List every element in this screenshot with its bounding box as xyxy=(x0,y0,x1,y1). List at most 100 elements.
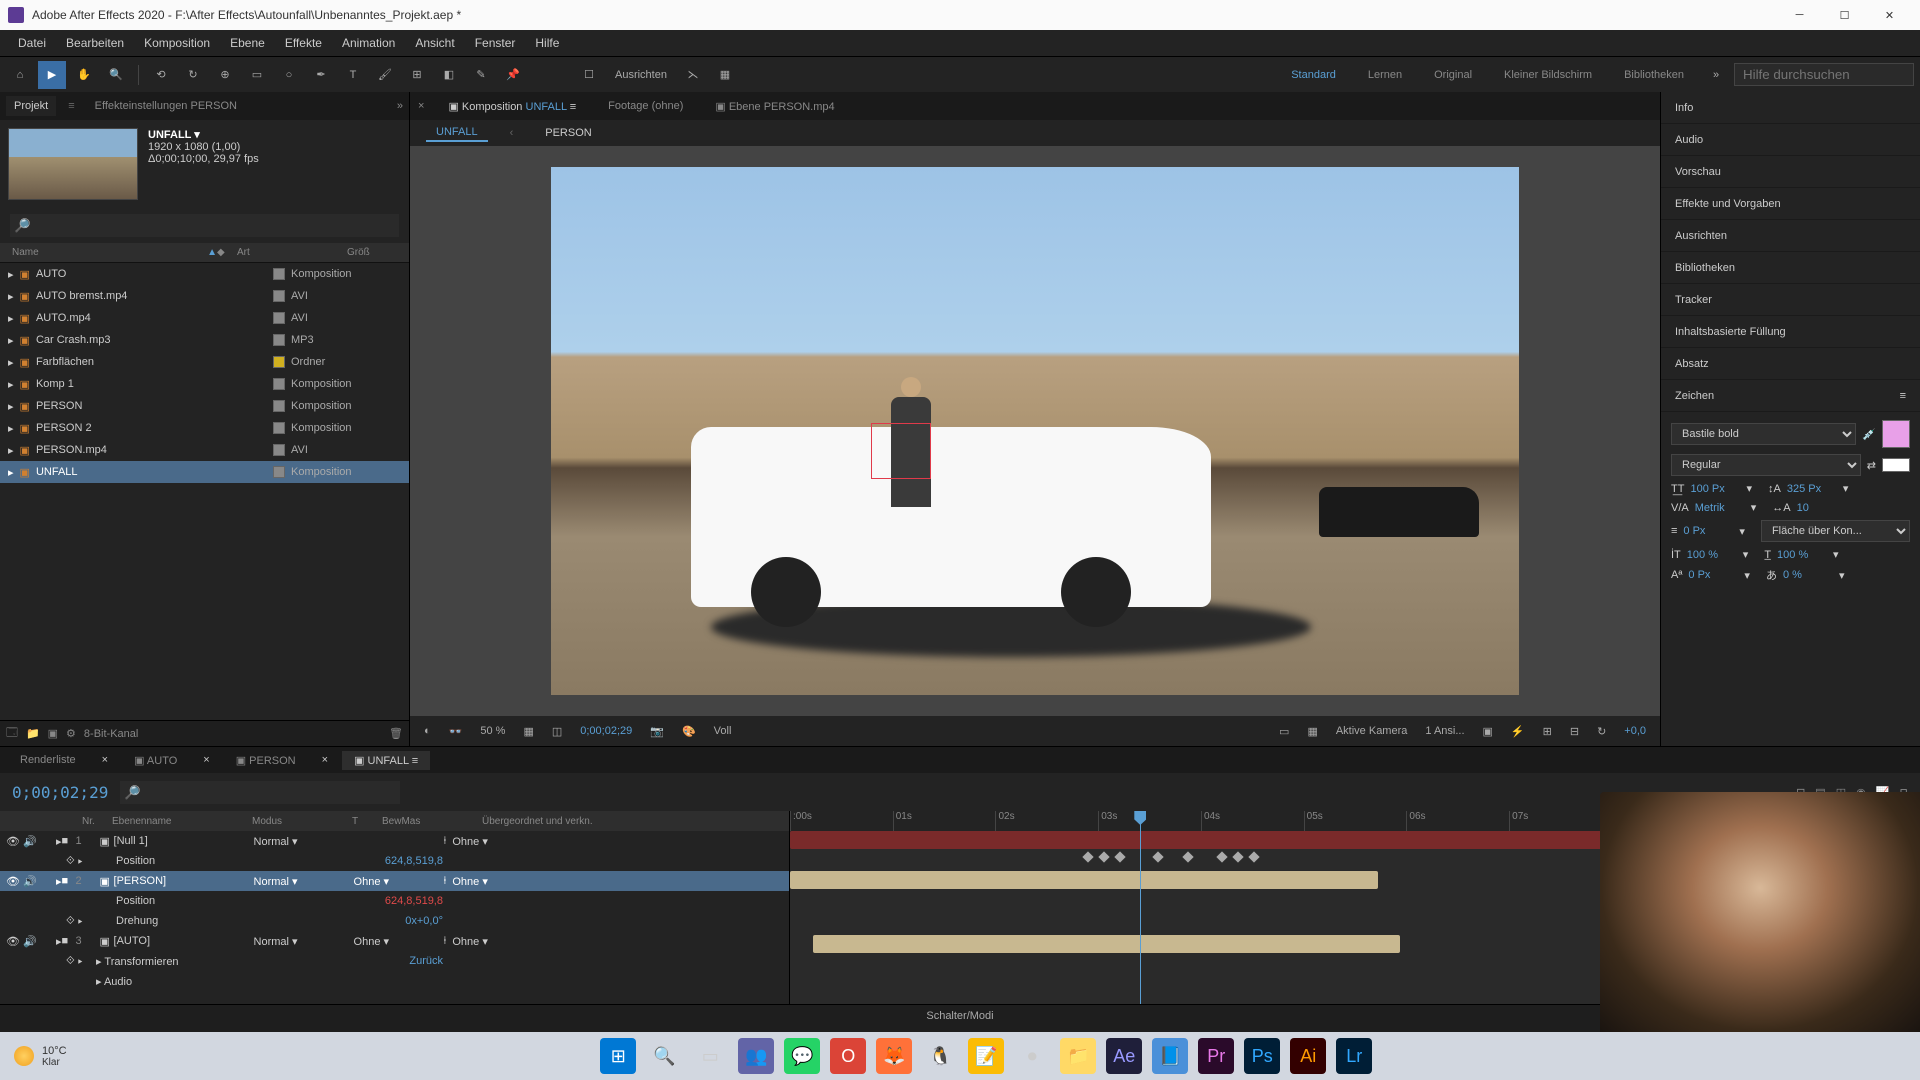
panel-ausrichten[interactable]: Ausrichten xyxy=(1661,220,1920,252)
panel-inhalt-fuellung[interactable]: Inhaltsbasierte Füllung xyxy=(1661,316,1920,348)
panel-tracker[interactable]: Tracker xyxy=(1661,284,1920,316)
trash-icon[interactable]: 🗑 xyxy=(389,727,403,740)
fast-preview-icon[interactable]: ⚡ xyxy=(1507,725,1529,738)
keyframe-icon[interactable] xyxy=(1082,851,1093,862)
fill-over-stroke-dropdown[interactable]: Fläche über Kon... xyxy=(1761,520,1910,542)
col-name[interactable]: Name xyxy=(12,247,207,258)
eraser-tool-icon[interactable]: ◧ xyxy=(435,61,463,89)
col-label-icon[interactable]: ◆ xyxy=(217,247,237,258)
roto-tool-icon[interactable]: ✎ xyxy=(467,61,495,89)
pen-tool-icon[interactable]: ✒ xyxy=(307,61,335,89)
breadcrumb-unfall[interactable]: UNFALL xyxy=(426,124,488,142)
close-tab-icon[interactable]: × xyxy=(203,754,209,766)
rect-tool-icon[interactable]: ▭ xyxy=(243,61,271,89)
selection-outline[interactable] xyxy=(871,423,931,479)
panel-info[interactable]: Info xyxy=(1661,92,1920,124)
puppet-tool-icon[interactable]: 📌 xyxy=(499,61,527,89)
menu-fenster[interactable]: Fenster xyxy=(465,32,526,54)
new-comp-icon[interactable]: ▣ xyxy=(48,727,58,740)
task-view-button[interactable]: ▭ xyxy=(692,1038,728,1074)
project-search-input[interactable] xyxy=(10,214,399,237)
menu-ebene[interactable]: Ebene xyxy=(220,32,275,54)
text-tool-icon[interactable]: T xyxy=(339,61,367,89)
new-folder-icon[interactable]: 📁 xyxy=(26,727,40,740)
channel-icon[interactable]: 👓 xyxy=(445,725,467,738)
transparency-icon[interactable]: ▦ xyxy=(1303,725,1321,738)
layer-bar-person[interactable] xyxy=(790,871,1378,889)
obs-icon[interactable]: ⏺ xyxy=(1014,1038,1050,1074)
current-timecode[interactable]: 0;00;02;29 xyxy=(576,725,636,737)
illustrator-icon[interactable]: Ai xyxy=(1290,1038,1326,1074)
layer-property[interactable]: ▸ Audio xyxy=(0,971,789,991)
minimize-button[interactable]: ─ xyxy=(1777,0,1822,30)
timeline-timecode[interactable]: 0;00;02;29 xyxy=(12,783,108,802)
weather-widget[interactable]: 10°C Klar xyxy=(14,1045,67,1068)
font-style-dropdown[interactable]: Regular xyxy=(1671,454,1861,476)
exposure-value[interactable]: +0,0 xyxy=(1620,725,1650,737)
grid-icon[interactable]: ▦ xyxy=(519,725,537,738)
tracking-value[interactable]: 10 xyxy=(1797,502,1847,514)
project-item[interactable]: ▸▣AUTO bremst.mp4AVI xyxy=(0,285,409,307)
search-button[interactable]: 🔍 xyxy=(646,1038,682,1074)
workspace-standard[interactable]: Standard xyxy=(1277,69,1350,81)
leading-value[interactable]: 325 Px xyxy=(1787,483,1837,495)
layer-property[interactable]: ⟐ ▸▸ TransformierenZurück xyxy=(0,951,789,971)
breadcrumb-person[interactable]: PERSON xyxy=(535,125,601,141)
hscale-value[interactable]: 100 % xyxy=(1777,549,1827,561)
menu-hilfe[interactable]: Hilfe xyxy=(525,32,569,54)
font-size-value[interactable]: 100 Px xyxy=(1690,483,1740,495)
project-item[interactable]: ▸▣AUTOKomposition xyxy=(0,263,409,285)
views-dropdown[interactable]: 1 Ansi... xyxy=(1421,725,1468,737)
font-family-dropdown[interactable]: Bastile bold xyxy=(1671,423,1856,445)
panel-zeichen[interactable]: Zeichen≡ xyxy=(1661,380,1920,412)
panel-bibliotheken[interactable]: Bibliotheken xyxy=(1661,252,1920,284)
layer-property[interactable]: ⟐ ▸Position624,8,519,8 xyxy=(0,851,789,871)
panel-absatz[interactable]: Absatz xyxy=(1661,348,1920,380)
workspace-overflow-icon[interactable]: » xyxy=(1702,61,1730,89)
teams-icon[interactable]: 👥 xyxy=(738,1038,774,1074)
panel-effekte[interactable]: Effekte und Vorgaben xyxy=(1661,188,1920,220)
explorer-icon[interactable]: 📁 xyxy=(1060,1038,1096,1074)
tsume-value[interactable]: 0 % xyxy=(1783,569,1833,581)
photoshop-icon[interactable]: Ps xyxy=(1244,1038,1280,1074)
workspace-original[interactable]: Original xyxy=(1420,69,1486,81)
snap-checkbox[interactable]: ☐ xyxy=(575,61,603,89)
help-search-input[interactable] xyxy=(1734,63,1914,86)
ellipse-tool-icon[interactable]: ○ xyxy=(275,61,303,89)
camera-dropdown[interactable]: Aktive Kamera xyxy=(1332,725,1412,737)
project-item[interactable]: ▸▣PERSONKomposition xyxy=(0,395,409,417)
comp-thumbnail[interactable] xyxy=(8,128,138,200)
panel-audio[interactable]: Audio xyxy=(1661,124,1920,156)
tab-footage[interactable]: Footage (ohne) xyxy=(600,96,691,116)
playhead[interactable] xyxy=(1140,811,1141,1004)
start-button[interactable]: ⊞ xyxy=(600,1038,636,1074)
snap-options-icon[interactable]: ⋋ xyxy=(679,61,707,89)
home-icon[interactable]: ⌂ xyxy=(6,61,34,89)
opera-icon[interactable]: O xyxy=(830,1038,866,1074)
project-item[interactable]: ▸▣PERSON 2Komposition xyxy=(0,417,409,439)
baseline-shift-value[interactable]: 0 Px xyxy=(1688,569,1738,581)
alpha-icon[interactable]: ◐ xyxy=(420,725,435,737)
stroke-color-swatch[interactable] xyxy=(1882,458,1910,472)
panel-vorschau[interactable]: Vorschau xyxy=(1661,156,1920,188)
swap-color-icon[interactable]: ⇄ xyxy=(1867,459,1876,472)
project-item[interactable]: ▸▣Komp 1Komposition xyxy=(0,373,409,395)
taskbar[interactable]: 10°C Klar ⊞ 🔍 ▭ 👥 💬 O 🦊 🐧 📝 ⏺ 📁 Ae 📘 Pr … xyxy=(0,1032,1920,1080)
switches-modes-toggle[interactable]: Schalter/Modi xyxy=(926,1010,993,1022)
proxy-icon[interactable]: ▦ xyxy=(711,61,739,89)
menu-bearbeiten[interactable]: Bearbeiten xyxy=(56,32,134,54)
sort-icon[interactable]: ▲ xyxy=(207,247,217,258)
selection-tool-icon[interactable]: ▶ xyxy=(38,61,66,89)
zoom-dropdown[interactable]: 50 % xyxy=(476,725,509,737)
composition-viewer[interactable] xyxy=(410,146,1660,716)
col-type[interactable]: Art xyxy=(237,247,347,258)
layer-row[interactable]: 👁 🔊▸■1▣[Null 1]Normal ▾ ⍿Ohne ▾ xyxy=(0,831,789,851)
app-icon[interactable]: 📘 xyxy=(1152,1038,1188,1074)
project-list[interactable]: ▸▣AUTOKomposition▸▣AUTO bremst.mp4AVI▸▣A… xyxy=(0,263,409,720)
project-item[interactable]: ▸▣AUTO.mp4AVI xyxy=(0,307,409,329)
anchor-tool-icon[interactable]: ⊕ xyxy=(211,61,239,89)
firefox-icon[interactable]: 🦊 xyxy=(876,1038,912,1074)
layer-row[interactable]: 👁 🔊▸■3▣[AUTO]Normal ▾Ohne ▾⍿Ohne ▾ xyxy=(0,931,789,951)
pixel-aspect-icon[interactable]: ▣ xyxy=(1479,725,1497,738)
layer-property[interactable]: Position624,8,519,8 xyxy=(0,891,789,911)
